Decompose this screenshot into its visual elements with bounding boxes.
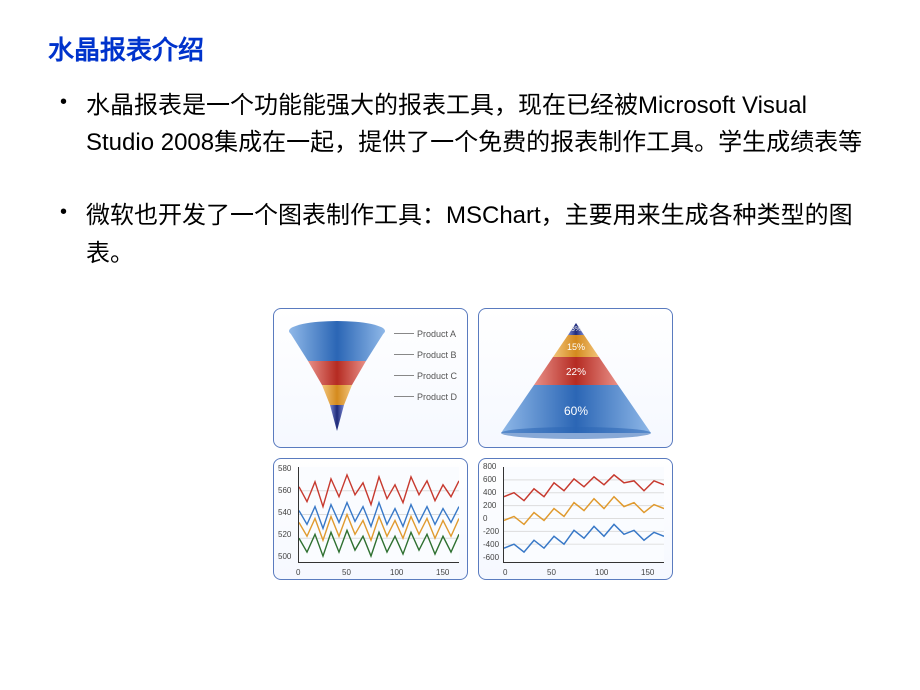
x-tick: 0 bbox=[296, 568, 300, 577]
line-chart-1: 580 560 540 520 500 0 50 100 150 bbox=[273, 458, 468, 580]
y-tick: 400 bbox=[483, 488, 496, 497]
x-tick: 100 bbox=[390, 568, 403, 577]
y-tick: -400 bbox=[483, 540, 499, 549]
x-tick: 0 bbox=[503, 568, 507, 577]
y-tick: -600 bbox=[483, 553, 499, 562]
pyramid-icon: 3% 15% 22% 60% bbox=[491, 317, 661, 441]
legend-label: Product C bbox=[417, 371, 457, 381]
legend-label: Product B bbox=[417, 350, 457, 360]
funnel-chart: Product A Product B Product C Product D bbox=[273, 308, 468, 448]
x-tick: 100 bbox=[595, 568, 608, 577]
pyramid-label: 15% bbox=[566, 342, 584, 352]
pyramid-label: 3% bbox=[570, 326, 580, 333]
list-item: 水晶报表是一个功能能强大的报表工具，现在已经被Microsoft Visual … bbox=[48, 87, 872, 161]
y-tick: 800 bbox=[483, 462, 496, 471]
y-tick: 200 bbox=[483, 501, 496, 510]
x-tick: 50 bbox=[342, 568, 351, 577]
y-tick: 500 bbox=[278, 552, 291, 561]
x-tick: 50 bbox=[547, 568, 556, 577]
chart-grid: Product A Product B Product C Product D … bbox=[273, 308, 872, 580]
x-tick: 150 bbox=[436, 568, 449, 577]
pyramid-label: 22% bbox=[565, 367, 585, 378]
pyramid-chart: 3% 15% 22% 60% bbox=[478, 308, 673, 448]
legend-label: Product D bbox=[417, 392, 457, 402]
bullet-list: 水晶报表是一个功能能强大的报表工具，现在已经被Microsoft Visual … bbox=[48, 87, 872, 272]
y-tick: 580 bbox=[278, 464, 291, 473]
y-tick: 0 bbox=[483, 514, 487, 523]
y-tick: 540 bbox=[278, 508, 291, 517]
funnel-icon bbox=[282, 319, 392, 439]
pyramid-label: 60% bbox=[563, 404, 587, 418]
list-item: 微软也开发了一个图表制作工具：MSChart，主要用来生成各种类型的图表。 bbox=[48, 197, 872, 271]
y-tick: 520 bbox=[278, 530, 291, 539]
y-tick: 600 bbox=[483, 475, 496, 484]
y-tick: 560 bbox=[278, 486, 291, 495]
legend-label: Product A bbox=[417, 329, 456, 339]
line-chart-2: 800 600 400 200 0 -200 -400 -600 0 50 10… bbox=[478, 458, 673, 580]
page-title: 水晶报表介绍 bbox=[48, 30, 872, 67]
y-tick: -200 bbox=[483, 527, 499, 536]
funnel-legend: Product A Product B Product C Product D bbox=[394, 329, 457, 413]
x-tick: 150 bbox=[641, 568, 654, 577]
